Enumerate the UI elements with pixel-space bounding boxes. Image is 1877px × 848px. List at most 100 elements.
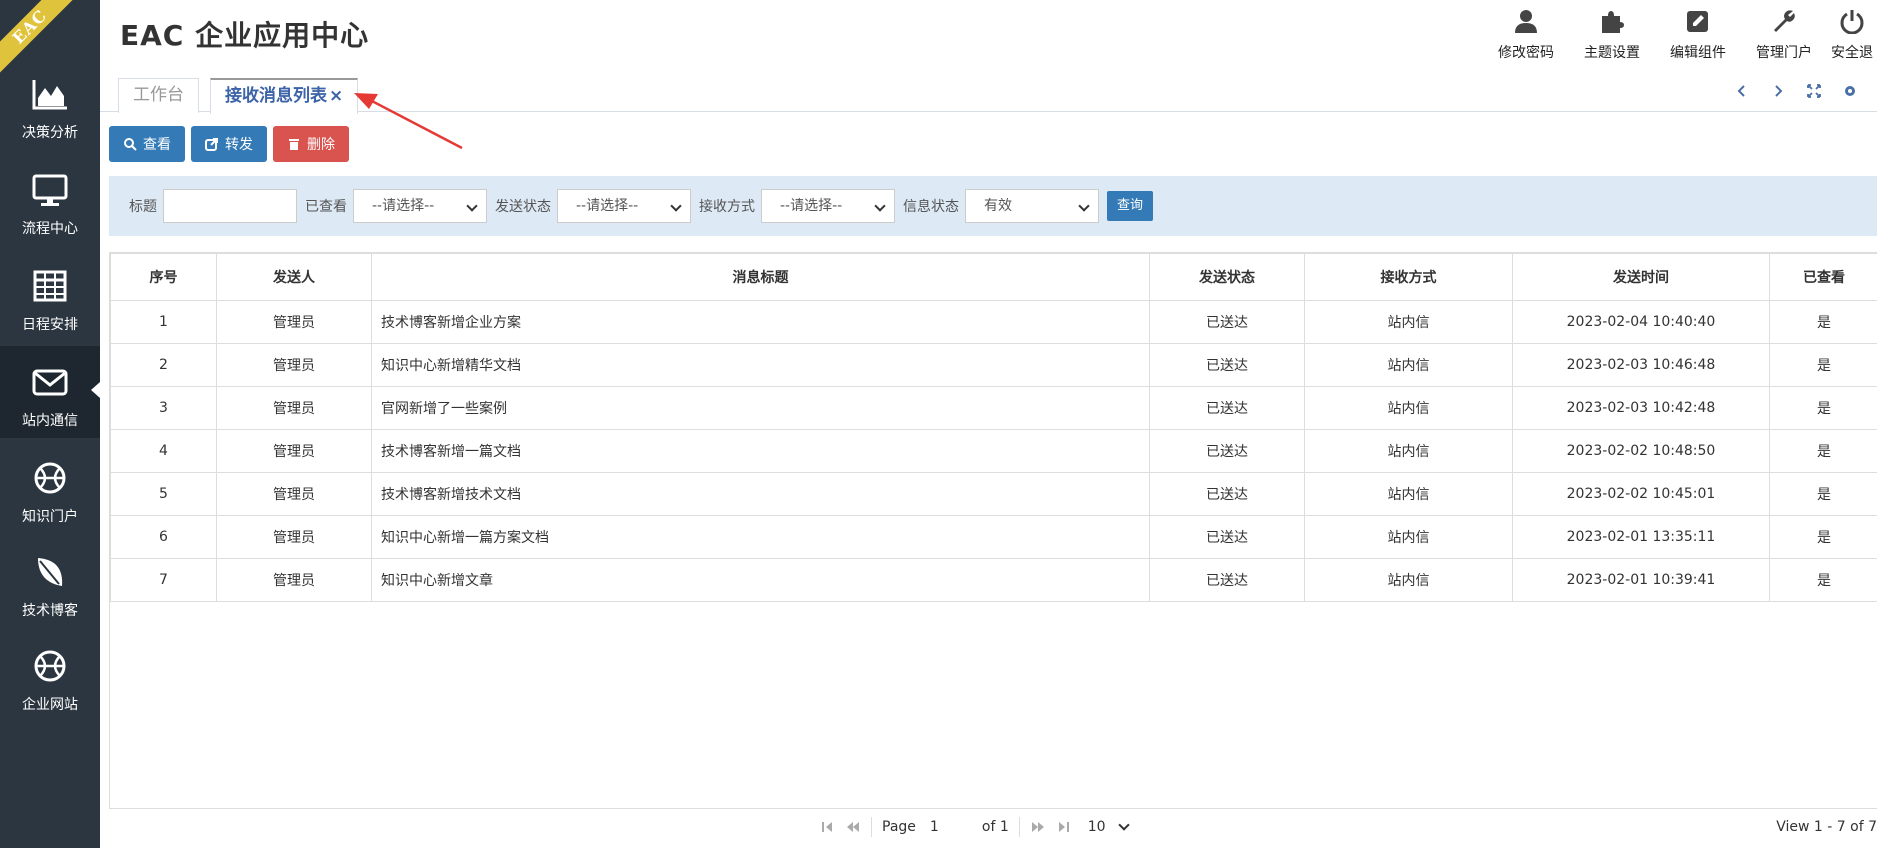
cell-viewed: 是 <box>1769 343 1877 387</box>
view-button-label: 查看 <box>143 137 171 153</box>
header-actions: 修改密码 主题设置 编辑组件 管理门户 安全退 <box>1483 6 1877 66</box>
cell-viewed: 是 <box>1769 472 1877 516</box>
table-row[interactable]: 2 管理员 知识中心新增精华文档 已送达 站内信 2023-02-03 10:4… <box>110 343 1877 387</box>
prev-page-icon[interactable] <box>845 819 861 835</box>
table-row[interactable]: 7 管理员 知识中心新增文章 已送达 站内信 2023-02-01 10:39:… <box>110 558 1877 602</box>
cell-title: 知识中心新增精华文档 <box>371 343 1150 387</box>
sidebar-item-label: 决策分析 <box>22 125 78 141</box>
action-label: 主题设置 <box>1584 45 1640 61</box>
delete-button[interactable]: 删除 <box>273 126 349 162</box>
cell-viewed: 是 <box>1769 386 1877 430</box>
manage-portal-button[interactable]: 管理门户 <box>1741 6 1827 66</box>
send-status-filter-select[interactable]: --请选择-- <box>557 189 691 223</box>
action-label: 安全退 <box>1831 45 1873 61</box>
close-icon[interactable]: × <box>329 86 343 106</box>
table-row[interactable]: 6 管理员 知识中心新增一篇方案文档 已送达 站内信 2023-02-01 13… <box>110 515 1877 559</box>
edit-components-button[interactable]: 编辑组件 <box>1655 6 1741 66</box>
sidebar-item-tech-blog[interactable]: 技术博客 <box>0 536 100 628</box>
column-header[interactable]: 已查看 <box>1769 253 1877 301</box>
basketball-icon <box>34 462 66 494</box>
last-page-icon[interactable] <box>1056 819 1072 835</box>
message-table: 序号 发送人 消息标题 发送状态 接收方式 发送时间 已查看 1 管理员 技术博… <box>110 253 1877 602</box>
search-icon <box>124 138 137 151</box>
toolbar: 查看 转发 删除 <box>109 126 349 162</box>
cell-title: 技术博客新增技术文档 <box>371 472 1150 516</box>
viewed-filter-select[interactable]: --请选择-- <box>353 189 487 223</box>
page-size-select[interactable]: 10 <box>1082 815 1134 839</box>
sidebar-item-company-website[interactable]: 企业网站 <box>0 630 100 722</box>
trash-icon <box>289 139 299 150</box>
envelope-icon <box>32 369 68 396</box>
table-row[interactable]: 4 管理员 技术博客新增一篇文档 已送达 站内信 2023-02-02 10:4… <box>110 429 1877 473</box>
theme-settings-button[interactable]: 主题设置 <box>1569 6 1655 66</box>
cell-send-time: 2023-02-02 10:45:01 <box>1512 472 1770 516</box>
change-password-button[interactable]: 修改密码 <box>1483 6 1569 66</box>
cell-viewed: 是 <box>1769 515 1877 559</box>
page-label: Page <box>882 819 916 835</box>
cell-index: 4 <box>110 429 217 473</box>
tab-workbench[interactable]: 工作台 <box>118 78 199 113</box>
tab-received-messages[interactable]: 接收消息列表 × <box>210 78 359 114</box>
cell-title: 官网新增了一些案例 <box>371 386 1150 430</box>
cell-receive-method: 站内信 <box>1304 300 1513 344</box>
cell-receive-method: 站内信 <box>1304 558 1513 602</box>
sidebar-item-label: 流程中心 <box>22 221 78 237</box>
cell-send-status: 已送达 <box>1149 429 1305 473</box>
column-header[interactable]: 发送时间 <box>1512 253 1770 301</box>
column-header[interactable]: 序号 <box>110 253 217 301</box>
next-page-icon[interactable] <box>1030 819 1046 835</box>
table-header-row: 序号 发送人 消息标题 发送状态 接收方式 发送时间 已查看 <box>110 253 1877 301</box>
column-header[interactable]: 发送人 <box>216 253 372 301</box>
forward-button[interactable]: 转发 <box>191 126 267 162</box>
puzzle-icon <box>1602 11 1624 33</box>
record-count: View 1 - 7 of 7 <box>1776 819 1877 835</box>
table-row[interactable]: 3 管理员 官网新增了一些案例 已送达 站内信 2023-02-03 10:42… <box>110 386 1877 430</box>
app-title: EAC 企业应用中心 <box>120 19 370 52</box>
chevron-right-icon[interactable] <box>1769 82 1787 100</box>
sidebar-item-messages[interactable]: 站内通信 <box>0 346 100 438</box>
cell-send-status: 已送达 <box>1149 300 1305 344</box>
sidebar-item-label: 企业网站 <box>22 697 78 713</box>
cell-send-status: 已送达 <box>1149 386 1305 430</box>
pager-controls: Page 1 of 1 10 <box>819 815 1134 839</box>
first-page-icon[interactable] <box>819 819 835 835</box>
cell-send-time: 2023-02-01 13:35:11 <box>1512 515 1770 559</box>
cell-index: 3 <box>110 386 217 430</box>
sidebar-item-schedule[interactable]: 日程安排 <box>0 250 100 342</box>
sidebar-item-label: 技术博客 <box>22 603 78 619</box>
info-status-filter-label: 信息状态 <box>903 199 959 215</box>
share-icon <box>205 138 218 151</box>
chevron-left-icon[interactable] <box>1733 82 1751 100</box>
logout-button[interactable]: 安全退 <box>1827 6 1877 66</box>
table-row[interactable]: 1 管理员 技术博客新增企业方案 已送达 站内信 2023-02-04 10:4… <box>110 300 1877 344</box>
fullscreen-icon[interactable] <box>1805 82 1823 100</box>
wrench-icon <box>1774 10 1795 33</box>
sidebar-item-label: 站内通信 <box>22 413 78 429</box>
basketball-icon <box>34 650 66 682</box>
receive-method-filter-select[interactable]: --请选择-- <box>761 189 895 223</box>
page-number-input[interactable]: 1 <box>926 815 972 839</box>
gear-icon[interactable] <box>1841 82 1859 100</box>
column-header[interactable]: 消息标题 <box>371 253 1150 301</box>
cell-sender: 管理员 <box>216 472 372 516</box>
search-button[interactable]: 查询 <box>1107 191 1154 221</box>
table-row[interactable]: 5 管理员 技术博客新增技术文档 已送达 站内信 2023-02-02 10:4… <box>110 472 1877 516</box>
sidebar-item-knowledge-portal[interactable]: 知识门户 <box>0 442 100 534</box>
title-filter-input[interactable] <box>163 189 297 223</box>
sidebar-item-decision-analysis[interactable]: 决策分析 <box>0 58 100 150</box>
sidebar-item-process-center[interactable]: 流程中心 <box>0 154 100 246</box>
cell-send-time: 2023-02-01 10:39:41 <box>1512 558 1770 602</box>
calendar-grid-icon <box>33 270 67 302</box>
viewed-filter-label: 已查看 <box>305 199 347 215</box>
cell-send-time: 2023-02-03 10:46:48 <box>1512 343 1770 387</box>
cell-viewed: 是 <box>1769 429 1877 473</box>
view-button[interactable]: 查看 <box>109 126 185 162</box>
forward-button-label: 转发 <box>225 137 253 153</box>
power-icon <box>1840 10 1864 34</box>
cell-receive-method: 站内信 <box>1304 386 1513 430</box>
title-filter-label: 标题 <box>129 199 157 215</box>
column-header[interactable]: 发送状态 <box>1149 253 1305 301</box>
column-header[interactable]: 接收方式 <box>1304 253 1513 301</box>
area-chart-icon <box>32 80 67 110</box>
info-status-filter-select[interactable]: 有效 <box>965 189 1099 223</box>
